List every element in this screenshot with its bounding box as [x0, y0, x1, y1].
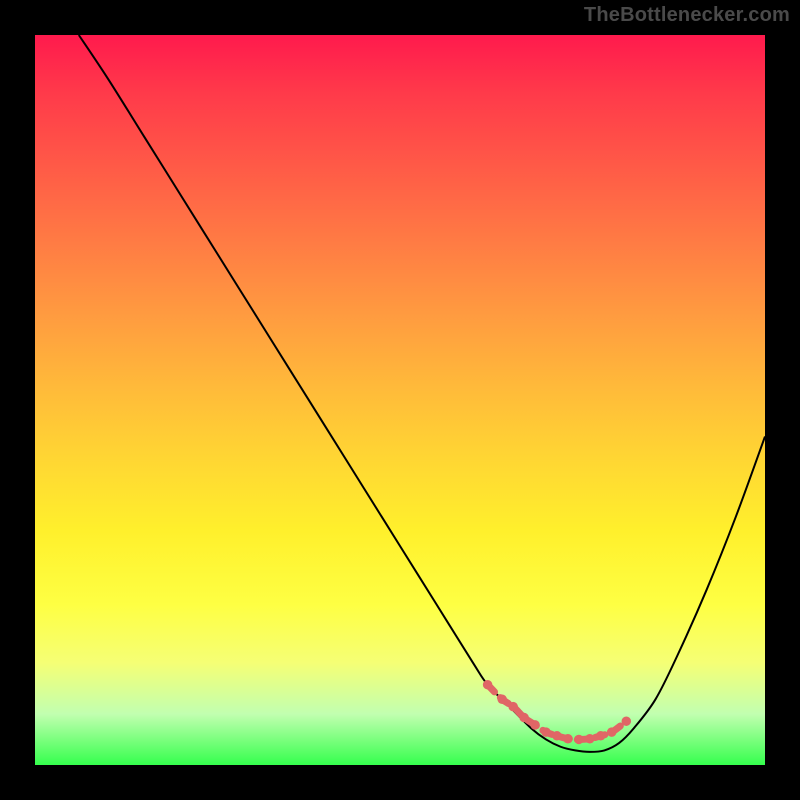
- optimal-marker: [563, 734, 572, 743]
- bottleneck-curve-svg: [35, 35, 765, 765]
- optimal-marker: [497, 695, 506, 704]
- optimal-marker: [585, 734, 594, 743]
- optimal-marker: [483, 680, 492, 689]
- optimal-marker: [530, 720, 539, 729]
- optimal-range-markers: [483, 680, 631, 744]
- bottleneck-curve: [79, 35, 765, 752]
- optimal-marker: [596, 731, 605, 740]
- plot-area: [35, 35, 765, 765]
- optimal-marker: [508, 702, 517, 711]
- chart-frame: TheBottlenecker.com: [0, 0, 800, 800]
- optimal-marker: [607, 727, 616, 736]
- optimal-marker: [622, 716, 631, 725]
- optimal-marker: [552, 731, 561, 740]
- optimal-marker: [574, 735, 583, 744]
- optimal-marker: [519, 713, 528, 722]
- optimal-marker: [541, 727, 550, 736]
- attribution-text: TheBottlenecker.com: [584, 4, 790, 27]
